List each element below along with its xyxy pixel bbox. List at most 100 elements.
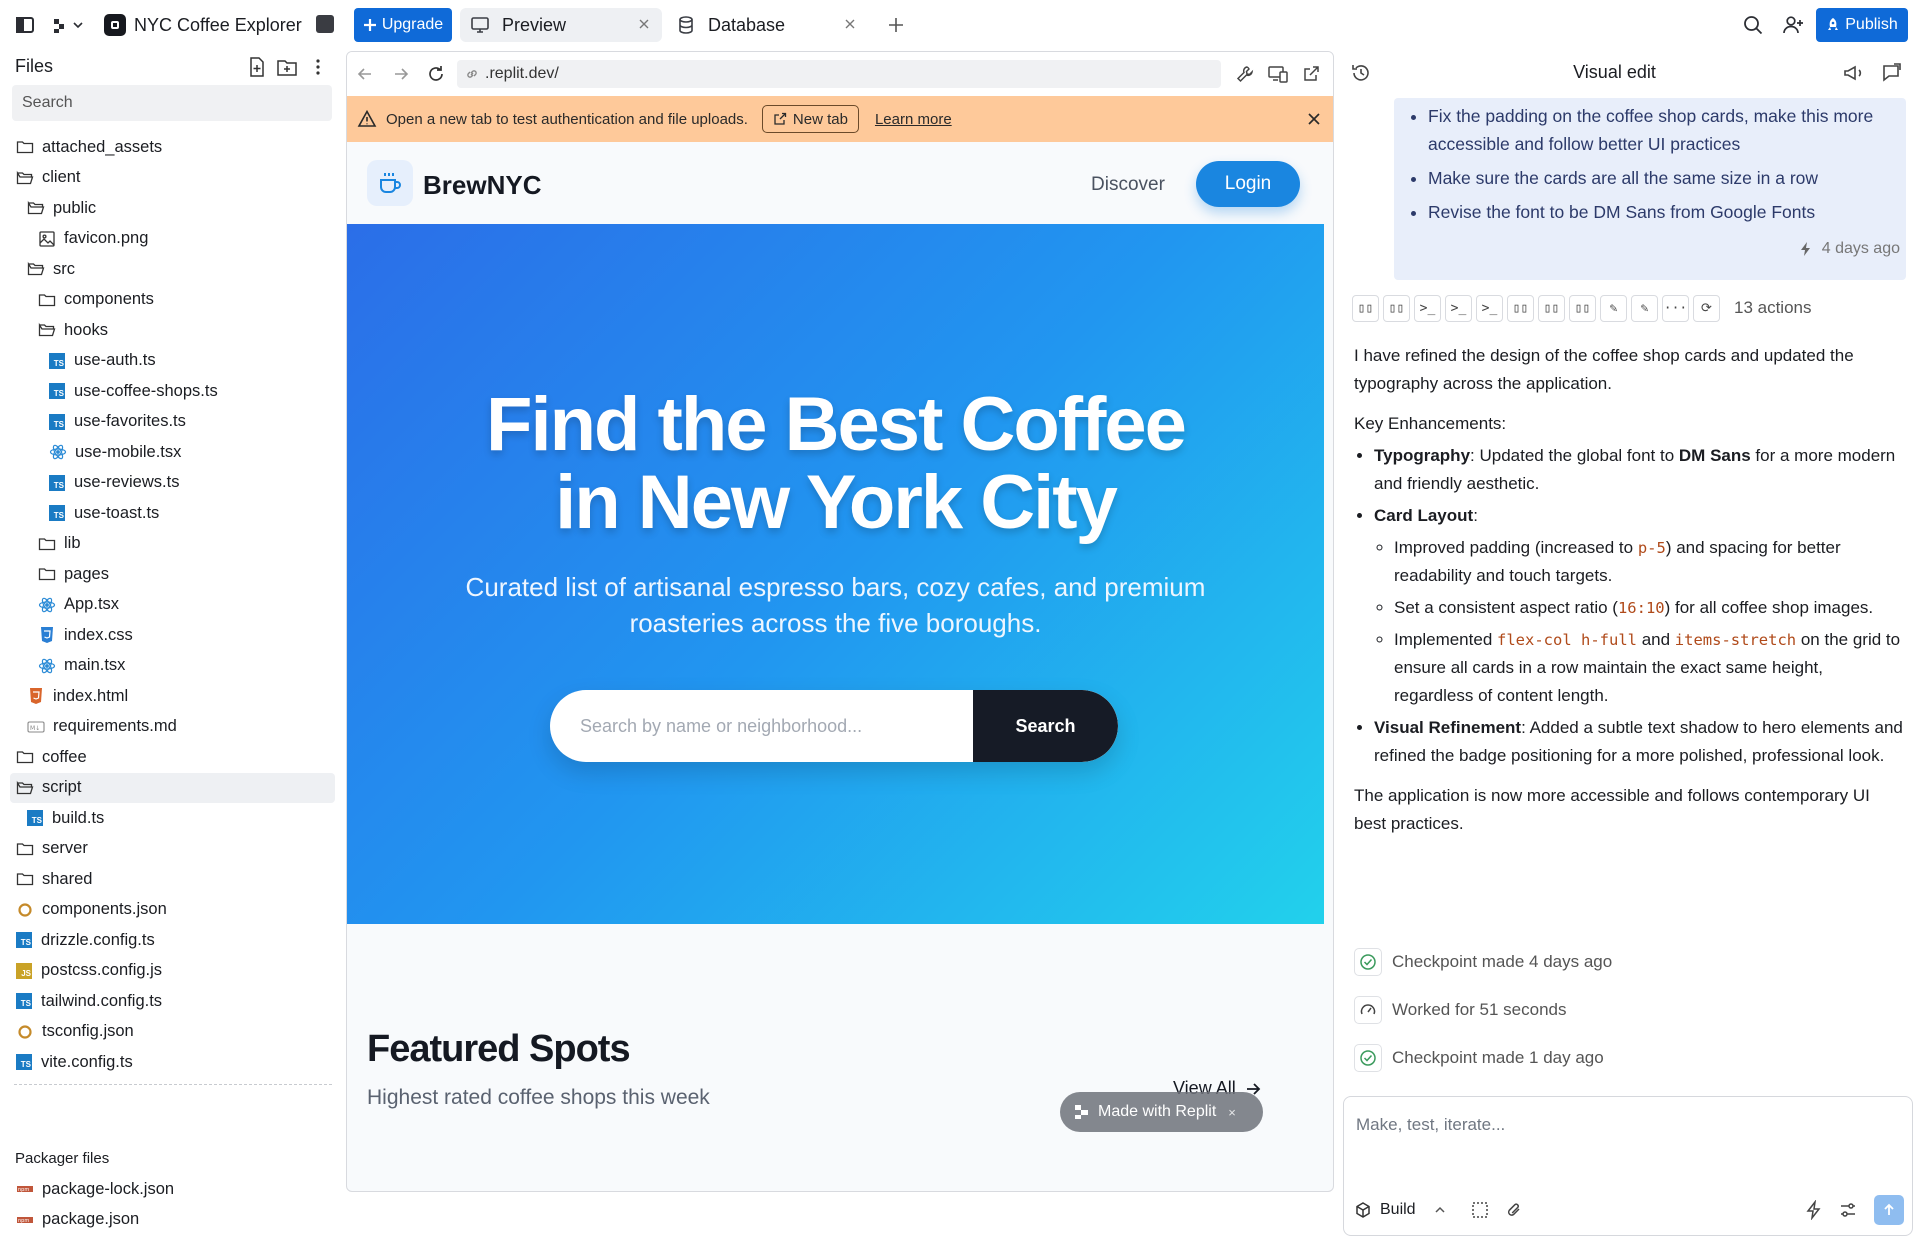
book-icon[interactable]: ▯▯ [1569, 294, 1596, 322]
edit-file-icon[interactable]: ✎ [1600, 294, 1627, 322]
lightning-icon[interactable] [1804, 1200, 1824, 1220]
more-icon[interactable]: ··· [1662, 294, 1689, 322]
refresh-icon[interactable]: ⟳ [1693, 294, 1720, 322]
folder-row[interactable]: server [10, 834, 335, 864]
login-button[interactable]: Login [1196, 161, 1300, 207]
actions-count[interactable]: 13 actions [1734, 298, 1812, 318]
file-row[interactable]: TS vite.config.ts [10, 1047, 335, 1077]
file-row[interactable]: main.tsx [10, 651, 335, 681]
file-row[interactable]: JS postcss.config.js [10, 956, 335, 986]
upgrade-button[interactable]: Upgrade [354, 8, 452, 42]
brand-name[interactable]: BrewNYC [423, 170, 541, 201]
checkpoint-row[interactable]: Checkpoint made 1 day ago [1354, 1042, 1604, 1074]
book-icon[interactable]: ▯▯ [1352, 294, 1379, 322]
select-element-icon[interactable] [1470, 1200, 1490, 1220]
file-row[interactable]: tsconfig.json [10, 1017, 335, 1047]
chat-input[interactable] [1356, 1105, 1896, 1145]
edit-file-icon[interactable]: ✎ [1631, 294, 1658, 322]
folder-row[interactable]: hooks [10, 315, 335, 345]
back-arrow-icon[interactable] [355, 64, 375, 84]
file-row[interactable]: TS use-auth.ts [10, 346, 335, 376]
hero-search-input[interactable] [550, 690, 973, 762]
hero-subtitle: Curated list of artisanal espresso bars,… [465, 572, 1206, 638]
new-chat-icon[interactable] [1880, 62, 1902, 84]
search-icon[interactable] [1741, 13, 1765, 37]
tab-database[interactable]: Database [666, 8, 868, 42]
forward-arrow-icon[interactable] [391, 64, 411, 84]
folder-row[interactable]: pages [10, 559, 335, 589]
folder-row[interactable]: components [10, 285, 335, 315]
file-row[interactable]: TS tailwind.config.ts [10, 986, 335, 1016]
book-icon[interactable]: ▯▯ [1383, 294, 1410, 322]
folder-row[interactable]: script [10, 772, 335, 803]
file-row[interactable]: TS use-favorites.ts [10, 407, 335, 437]
file-row[interactable]: use-mobile.tsx [10, 437, 335, 467]
file-row[interactable]: index.css [10, 620, 335, 650]
terminal-icon[interactable]: >_ [1445, 294, 1472, 322]
device-toggle-icon[interactable] [1267, 64, 1289, 84]
nav-discover-link[interactable]: Discover [1091, 174, 1165, 196]
folder-row[interactable]: lib [10, 529, 335, 559]
learn-more-link[interactable]: Learn more [875, 111, 952, 128]
publish-button[interactable]: Publish [1816, 8, 1908, 42]
checkpoint-row[interactable]: Checkpoint made 4 days ago [1354, 946, 1612, 978]
file-row[interactable]: index.html [10, 681, 335, 711]
file-row[interactable]: TS use-reviews.ts [10, 468, 335, 498]
open-external-icon[interactable] [1301, 64, 1321, 84]
attach-icon[interactable] [1504, 1200, 1524, 1220]
book-icon[interactable]: ▯▯ [1538, 294, 1565, 322]
check-circle-icon [1354, 1044, 1382, 1072]
worked-row[interactable]: Worked for 51 seconds [1354, 994, 1567, 1026]
preview-pane: .replit.dev/ Open a new tab to test auth… [346, 51, 1334, 1192]
folder-row[interactable]: coffee [10, 742, 335, 772]
folder-row[interactable]: attached_assets [10, 132, 335, 162]
file-row[interactable]: TS use-coffee-shops.ts [10, 376, 335, 406]
file-row[interactable]: npm package.json [10, 1205, 335, 1235]
file-row[interactable]: App.tsx [10, 590, 335, 620]
more-options-icon[interactable] [308, 56, 328, 78]
new-tab-plus-icon[interactable] [884, 13, 908, 37]
file-row[interactable]: TS build.ts [10, 803, 335, 833]
typescript-file-icon: TS [16, 932, 32, 948]
terminal-icon[interactable]: >_ [1414, 294, 1441, 322]
new-tab-button[interactable]: New tab [761, 105, 859, 133]
close-tab-icon[interactable] [842, 16, 858, 32]
tab-preview[interactable]: Preview [460, 8, 662, 42]
close-badge-icon[interactable]: × [1228, 1105, 1236, 1120]
url-input[interactable]: .replit.dev/ [457, 60, 1221, 88]
file-row[interactable]: components.json [10, 895, 335, 925]
file-row[interactable]: TS use-toast.ts [10, 498, 335, 528]
reload-icon[interactable] [426, 64, 446, 84]
list-item: Card Layout: Improved padding (increased… [1374, 502, 1906, 710]
new-folder-icon[interactable] [276, 56, 298, 78]
folder-row[interactable]: src [10, 254, 335, 284]
new-file-icon[interactable] [246, 56, 268, 78]
code-snippet: items-stretch [1674, 631, 1797, 649]
actions-row[interactable]: ▯▯ ▯▯ >_ >_ >_ ▯▯ ▯▯ ▯▯ ✎ ✎ ··· ⟳ 13 act… [1352, 290, 1812, 326]
file-label: package.json [42, 1210, 140, 1228]
app-title[interactable]: NYC Coffee Explorer [104, 12, 302, 38]
close-tab-icon[interactable] [636, 16, 652, 32]
devtools-wrench-icon[interactable] [1235, 64, 1255, 84]
workspace-menu-icon[interactable] [52, 13, 86, 37]
sidebar-toggle-icon[interactable] [13, 13, 37, 37]
banner-text: Open a new tab to test authentication an… [386, 110, 748, 128]
file-sidebar: Files attached_assetsclient public favicon… [0, 50, 344, 1228]
settings-sliders-icon[interactable] [1838, 1200, 1858, 1220]
coffee-cup-icon[interactable] [367, 160, 413, 206]
file-row[interactable]: favicon.png [10, 224, 335, 254]
made-with-replit-badge[interactable]: Made with Replit × [1060, 1092, 1263, 1132]
hero-search-button[interactable]: Search [973, 690, 1118, 762]
book-icon[interactable]: ▯▯ [1507, 294, 1534, 322]
invite-user-icon[interactable] [1781, 13, 1805, 37]
file-row[interactable]: M↓ requirements.md [10, 712, 335, 742]
stop-icon[interactable] [316, 15, 334, 33]
file-row[interactable]: TS drizzle.config.ts [10, 925, 335, 955]
folder-row[interactable]: public [10, 193, 335, 223]
folder-row[interactable]: client [10, 163, 335, 193]
announcement-icon[interactable] [1842, 62, 1864, 84]
terminal-icon[interactable]: >_ [1476, 294, 1503, 322]
folder-row[interactable]: shared [10, 864, 335, 894]
file-search-input[interactable] [12, 85, 332, 121]
close-banner-icon[interactable] [1305, 110, 1323, 128]
